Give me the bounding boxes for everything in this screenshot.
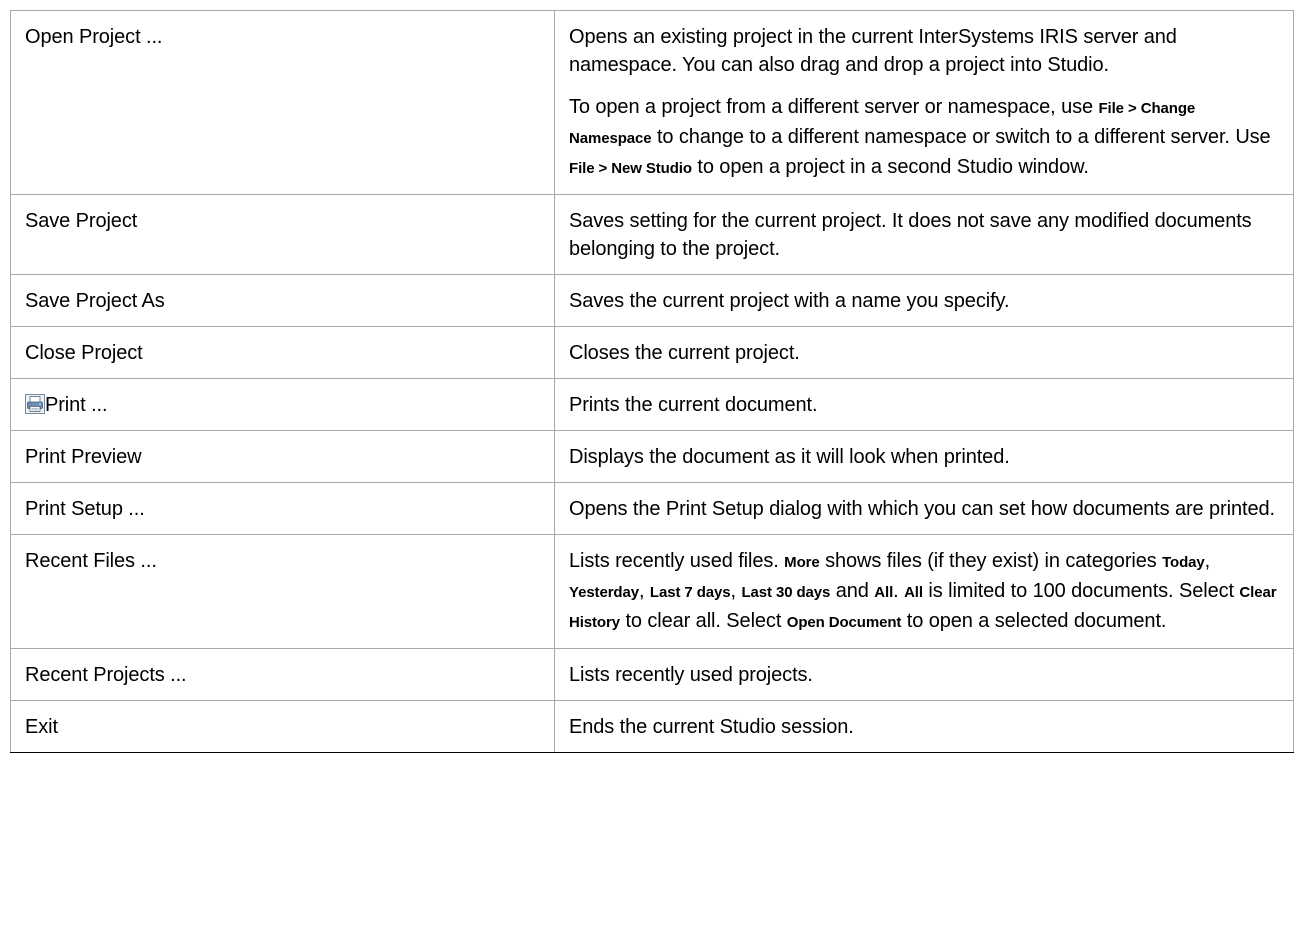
- table-row: Recent Files ... Lists recently used fil…: [10, 534, 1294, 649]
- table-row: Close Project Closes the current project…: [10, 326, 1294, 379]
- description-paragraph: Lists recently used files. More shows fi…: [569, 547, 1279, 637]
- description-text: Lists recently used files.: [569, 550, 785, 572]
- description-text: ,: [1204, 550, 1211, 572]
- ui-term: Last 30 days: [741, 584, 831, 601]
- ui-term: All: [874, 584, 894, 601]
- ui-term: More: [784, 554, 820, 571]
- description-text: is limited to 100 documents. Select: [922, 580, 1240, 602]
- command-label: Print ...: [45, 394, 108, 416]
- command-cell: Recent Files ...: [10, 534, 555, 649]
- command-label: Print Preview: [25, 446, 142, 468]
- command-cell: Save Project As: [10, 274, 555, 327]
- command-cell: Save Project: [10, 194, 555, 275]
- command-cell: Print Preview: [10, 430, 555, 483]
- description-text: To open a project from a different serve…: [569, 96, 1099, 118]
- command-cell: Print Setup ...: [10, 482, 555, 535]
- description-cell: Displays the document as it will look wh…: [554, 430, 1294, 483]
- ui-term: File > New Studio: [569, 160, 692, 177]
- command-cell: Close Project: [10, 326, 555, 379]
- description-text: Prints the current document.: [569, 394, 818, 416]
- table-row: Save Project As Saves the current projec…: [10, 274, 1294, 327]
- description-text: Saves setting for the current project. I…: [569, 210, 1252, 260]
- description-cell: Opens an existing project in the current…: [554, 10, 1294, 195]
- ui-term: Yesterday: [569, 584, 639, 601]
- description-paragraph: Opens the Print Setup dialog with which …: [569, 495, 1279, 523]
- description-text: Saves the current project with a name yo…: [569, 290, 1010, 312]
- command-label: Close Project: [25, 342, 143, 364]
- command-cell: Exit: [10, 700, 555, 753]
- command-label: Recent Projects ...: [25, 664, 187, 686]
- command-cell: Print ...: [10, 378, 555, 431]
- description-text: ,: [638, 580, 650, 602]
- command-label: Print Setup ...: [25, 498, 145, 520]
- description-text: Opens an existing project in the current…: [569, 26, 1177, 76]
- description-cell: Opens the Print Setup dialog with which …: [554, 482, 1294, 535]
- command-label: Recent Files ...: [25, 550, 157, 572]
- description-paragraph: Opens an existing project in the current…: [569, 23, 1279, 79]
- description-cell: Ends the current Studio session.: [554, 700, 1294, 753]
- table-row: Recent Projects ... Lists recently used …: [10, 648, 1294, 701]
- description-text: to open a selected document.: [901, 610, 1167, 632]
- description-cell: Lists recently used projects.: [554, 648, 1294, 701]
- description-text: Ends the current Studio session.: [569, 716, 854, 738]
- description-text: and: [830, 580, 875, 602]
- table-row: Exit Ends the current Studio session.: [10, 700, 1294, 753]
- description-paragraph: Ends the current Studio session.: [569, 713, 1279, 741]
- table-row: Print ... Prints the current document.: [10, 378, 1294, 431]
- description-text: Lists recently used projects.: [569, 664, 813, 686]
- ui-term: Today: [1162, 554, 1205, 571]
- ui-term: Last 7 days: [649, 584, 731, 601]
- description-text: ,: [730, 580, 742, 602]
- ui-term: All: [904, 584, 923, 601]
- description-paragraph: Lists recently used projects.: [569, 661, 1279, 689]
- table-row: Print Preview Displays the document as i…: [10, 430, 1294, 483]
- table-row: Save Project Saves setting for the curre…: [10, 194, 1294, 275]
- description-text: to change to a different namespace or sw…: [651, 126, 1271, 148]
- command-label: Open Project ...: [25, 26, 163, 48]
- command-cell: Recent Projects ...: [10, 648, 555, 701]
- printer-icon: [25, 394, 45, 414]
- description-cell: Saves setting for the current project. I…: [554, 194, 1294, 275]
- description-paragraph: Prints the current document.: [569, 391, 1279, 419]
- description-cell: Saves the current project with a name yo…: [554, 274, 1294, 327]
- description-text: to clear all. Select: [619, 610, 787, 632]
- description-cell: Prints the current document.: [554, 378, 1294, 431]
- description-paragraph: Closes the current project.: [569, 339, 1279, 367]
- description-text: to open a project in a second Studio win…: [691, 156, 1089, 178]
- command-label: Exit: [25, 716, 58, 738]
- description-cell: Closes the current project.: [554, 326, 1294, 379]
- description-paragraph: Displays the document as it will look wh…: [569, 443, 1279, 471]
- description-text: shows files (if they exist) in categorie…: [819, 550, 1163, 572]
- description-paragraph: To open a project from a different serve…: [569, 93, 1279, 183]
- file-menu-table-body: Open Project ... Opens an existing proje…: [10, 10, 1294, 753]
- description-paragraph: Saves the current project with a name yo…: [569, 287, 1279, 315]
- command-label: Save Project As: [25, 290, 165, 312]
- command-cell: Open Project ...: [10, 10, 555, 195]
- table-row: Open Project ... Opens an existing proje…: [10, 10, 1294, 195]
- description-text: Closes the current project.: [569, 342, 800, 364]
- description-text: .: [893, 580, 905, 602]
- description-cell: Lists recently used files. More shows fi…: [554, 534, 1294, 649]
- command-label: Save Project: [25, 210, 138, 232]
- table-row: Print Setup ... Opens the Print Setup di…: [10, 482, 1294, 535]
- file-menu-table: Open Project ... Opens an existing proje…: [10, 10, 1294, 753]
- description-text: Displays the document as it will look wh…: [569, 446, 1010, 468]
- description-paragraph: Saves setting for the current project. I…: [569, 207, 1279, 263]
- ui-term: Open Document: [786, 614, 902, 631]
- description-text: Opens the Print Setup dialog with which …: [569, 498, 1275, 520]
